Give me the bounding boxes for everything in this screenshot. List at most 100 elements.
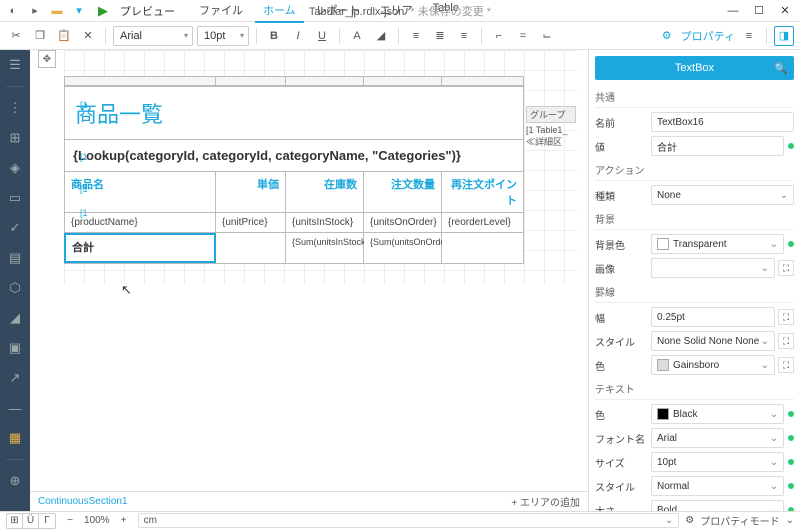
folder-icon[interactable]: ▬ xyxy=(50,4,64,18)
prop-border-color[interactable]: Gainsboro xyxy=(651,355,775,375)
valign-top-icon[interactable]: ⌐ xyxy=(489,26,509,46)
font-family-select[interactable]: Arial xyxy=(113,26,193,46)
font-color-icon[interactable]: A xyxy=(347,26,367,46)
underline-icon[interactable]: U xyxy=(312,26,332,46)
zoom-level: 100% xyxy=(84,515,110,526)
prop-bgcolor[interactable]: Transparent xyxy=(651,234,784,254)
prop-size[interactable]: 10pt xyxy=(651,452,784,472)
element-type-header[interactable]: TextBox🔍 xyxy=(595,56,794,80)
data-cell[interactable]: {reorderLevel} xyxy=(442,213,524,232)
align-left-icon[interactable]: ≡ xyxy=(406,26,426,46)
gear-icon[interactable]: ⚙ xyxy=(657,26,677,46)
col-header[interactable]: 再注文ポイント xyxy=(442,172,524,212)
calendar-icon[interactable]: ▦ xyxy=(6,429,24,447)
maximize-button[interactable]: ☐ xyxy=(750,2,768,20)
prop-kind[interactable]: None xyxy=(651,185,794,205)
col-header[interactable]: 注文数量 xyxy=(364,172,442,212)
menu-icon[interactable]: ☰ xyxy=(6,56,24,74)
tool-7-icon[interactable]: ⬡ xyxy=(6,279,24,297)
expand-icon[interactable]: ⛶ xyxy=(778,333,794,349)
menu-file[interactable]: ファイル xyxy=(191,0,251,23)
cursor-icon: ↖ xyxy=(121,282,132,298)
col-header[interactable]: 在庫数 xyxy=(286,172,364,212)
title-bar: ◐ ▸ ▬ ▾ ▶ プレビュー ファイル ホーム レポート エリア Table … xyxy=(0,0,800,22)
tool-11-icon[interactable]: — xyxy=(6,399,24,417)
fill-color-icon[interactable]: ◢ xyxy=(371,26,391,46)
design-canvas[interactable]: ✥ グループ [1 Table1_ ≪詳細区 商品一覧 xyxy=(30,50,588,511)
tool-1-icon[interactable]: ⋮ xyxy=(6,99,24,117)
left-sidebar: ☰ ⋮ ⊞ ◈ ▭ ✓ ▤ ⬡ ◢ ▣ ↗ — ▦ ⊕ xyxy=(0,50,30,511)
play-icon[interactable]: ▶ xyxy=(98,3,108,19)
sum-cell[interactable]: {Sum(unitsInStock)} xyxy=(286,233,364,263)
data-cell[interactable]: {unitsOnOrder} xyxy=(364,213,442,232)
save-icon[interactable]: ▾ xyxy=(72,4,86,18)
minimize-button[interactable]: — xyxy=(724,2,742,20)
group-border: 罫線 xyxy=(595,281,794,303)
tool-2-icon[interactable]: ⊞ xyxy=(6,129,24,147)
add-area-button[interactable]: + エリアの追加 xyxy=(511,494,580,509)
prop-name[interactable]: TextBox16 xyxy=(651,112,794,132)
section-name[interactable]: ContinuousSection1 xyxy=(38,496,128,507)
data-cell[interactable] xyxy=(216,233,286,263)
delete-icon[interactable]: ✕ xyxy=(78,26,98,46)
cut-icon[interactable]: ✂ xyxy=(6,26,26,46)
data-cell[interactable]: {unitsInStock} xyxy=(286,213,364,232)
col-header[interactable]: 単価 xyxy=(216,172,286,212)
font-size-select[interactable]: 10pt xyxy=(197,26,249,46)
tool-6-icon[interactable]: ▤ xyxy=(6,249,24,267)
lookup-expression[interactable]: {Lookup(categoryId, categoryId, category… xyxy=(64,140,524,171)
menu-home[interactable]: ホーム xyxy=(255,0,304,23)
tool-8-icon[interactable]: ◢ xyxy=(6,309,24,327)
close-button[interactable]: ✕ xyxy=(776,2,794,20)
paste-icon[interactable]: 📋 xyxy=(54,26,74,46)
tool-5-icon[interactable]: ✓ xyxy=(6,219,24,237)
ruler-icon[interactable]: Γ xyxy=(39,514,55,528)
prop-text-style[interactable]: Normal xyxy=(651,476,784,496)
data-cell[interactable]: {unitPrice} xyxy=(216,213,286,232)
prop-font[interactable]: Arial xyxy=(651,428,784,448)
copy-icon[interactable]: ❐ xyxy=(30,26,50,46)
expand-icon[interactable]: ⛶ xyxy=(778,357,794,373)
valign-mid-icon[interactable]: = xyxy=(513,26,533,46)
prop-border-style[interactable]: None Solid None None xyxy=(651,331,775,351)
prop-value[interactable]: 合計 xyxy=(651,136,784,156)
zoom-out-button[interactable]: − xyxy=(62,514,78,528)
search-icon[interactable]: 🔍 xyxy=(774,62,788,75)
unit-select[interactable]: cm xyxy=(138,513,680,528)
align-center-icon[interactable]: ≣ xyxy=(430,26,450,46)
property-panel: TextBox🔍 共通 名前TextBox16 値合計 アクション 種類None… xyxy=(588,50,800,511)
preview-label[interactable]: プレビュー xyxy=(120,3,175,19)
tool-10-icon[interactable]: ↗ xyxy=(6,369,24,387)
expand-icon[interactable]: ⛶ xyxy=(778,309,794,325)
prop-border-width[interactable]: 0.25pt xyxy=(651,307,775,327)
section-handle-icon[interactable]: ✥ xyxy=(38,50,56,68)
expand-icon[interactable]: ⛶ xyxy=(778,260,794,276)
tool-4-icon[interactable]: ▭ xyxy=(6,189,24,207)
new-icon[interactable]: ▸ xyxy=(28,4,42,18)
valign-bot-icon[interactable]: ⌙ xyxy=(537,26,557,46)
app-icon: ◐ xyxy=(6,4,20,18)
align-right-icon[interactable]: ≡ xyxy=(454,26,474,46)
selected-textbox[interactable]: 合計 xyxy=(64,233,216,263)
prop-text-color[interactable]: Black xyxy=(651,404,784,424)
bookmark-icon[interactable]: ▣ xyxy=(6,339,24,357)
mode-label[interactable]: プロパティモード xyxy=(700,513,779,528)
gear-icon[interactable]: ⚙ xyxy=(685,515,694,526)
prop-bgimage[interactable] xyxy=(651,258,775,278)
bold-icon[interactable]: B xyxy=(264,26,284,46)
italic-icon[interactable]: I xyxy=(288,26,308,46)
tool-3-icon[interactable]: ◈ xyxy=(6,159,24,177)
zoom-in-button[interactable]: + xyxy=(116,514,132,528)
add-icon[interactable]: ⊕ xyxy=(6,472,24,490)
properties-label[interactable]: プロパティ xyxy=(681,28,735,44)
panel-toggle-icon[interactable]: ◨ xyxy=(774,26,794,46)
report-title[interactable]: 商品一覧 xyxy=(64,87,524,139)
sum-cell[interactable]: {Sum(unitsOnOrder)} xyxy=(364,233,442,263)
prop-weight[interactable]: Bold xyxy=(651,500,784,511)
database-icon[interactable]: ≡ xyxy=(739,26,759,46)
data-cell[interactable] xyxy=(442,233,524,263)
chevron-down-icon[interactable]: ⌄ xyxy=(786,515,794,526)
group-panel: グループ [1 Table1_ ≪詳細区 xyxy=(526,106,576,148)
snap-icon[interactable]: Ü xyxy=(23,514,39,528)
grid-icon[interactable]: ⊞ xyxy=(7,514,23,528)
